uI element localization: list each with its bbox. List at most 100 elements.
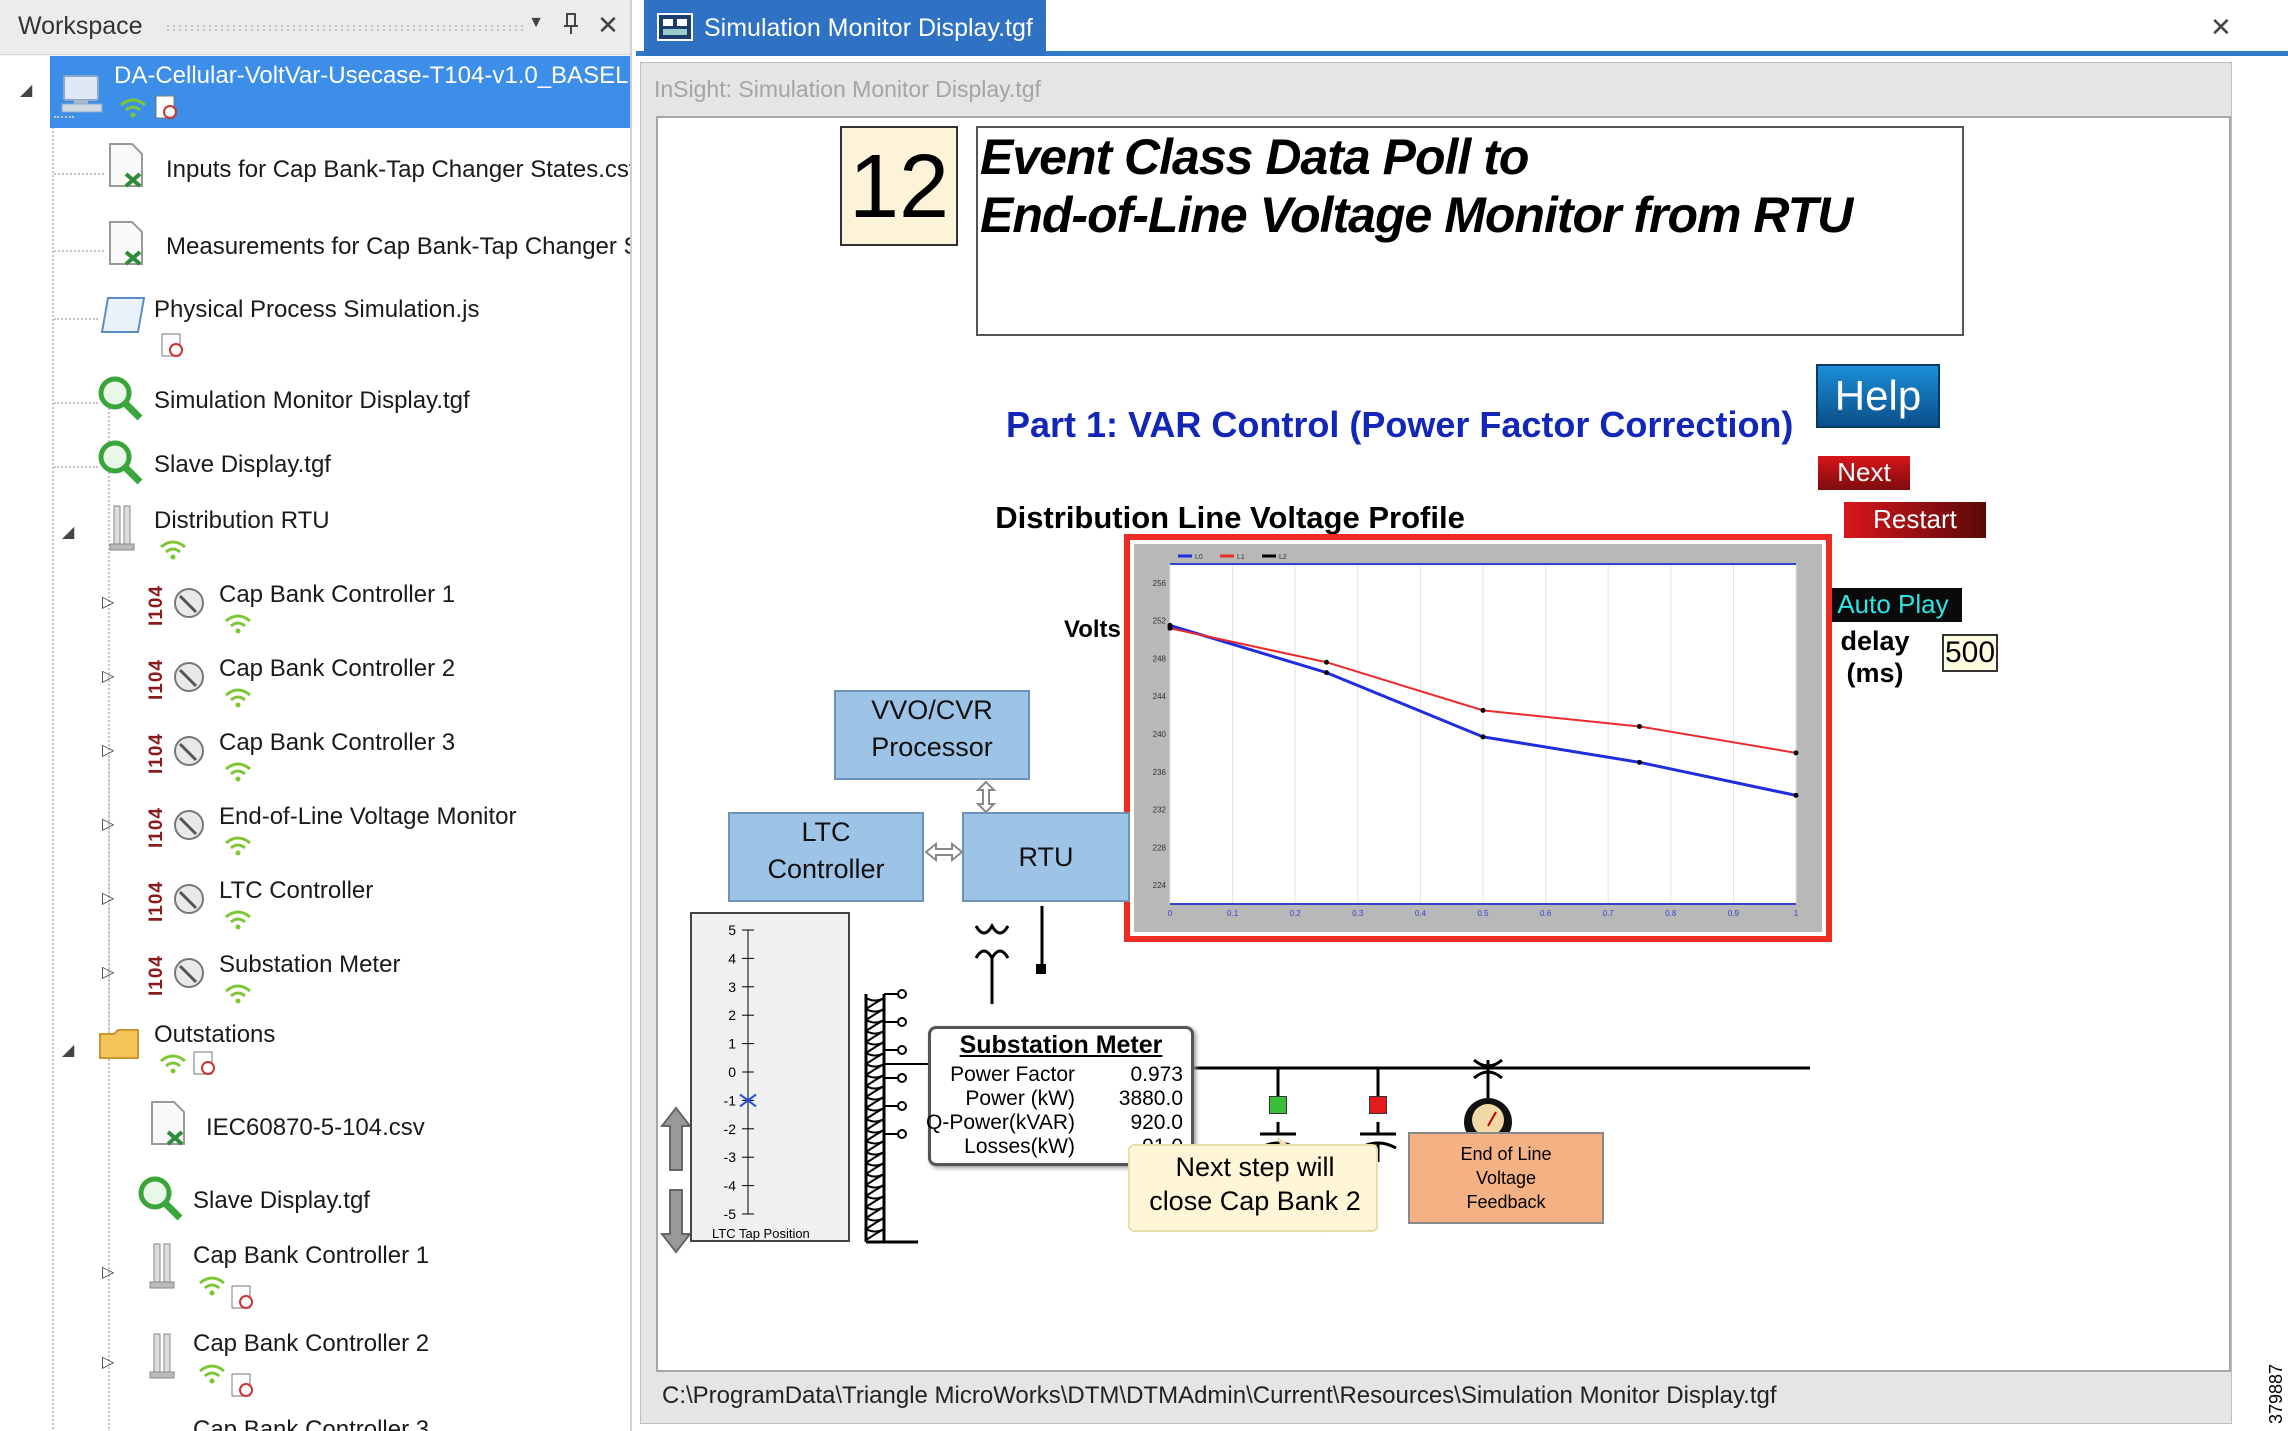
wifi-icon: [225, 984, 251, 1004]
workspace-tree: ◢ DA-Cellular-VoltVar-Usecase-T104-v1.0_…: [0, 56, 630, 1431]
expand-arrow[interactable]: ◢: [20, 80, 32, 100]
expand-arrow[interactable]: ▷: [102, 592, 114, 612]
coil-loop: [865, 1206, 885, 1219]
y-tick-label: 228: [1153, 843, 1167, 852]
auto-play-button[interactable]: Auto Play: [1824, 588, 1962, 622]
tree-item-slave-display[interactable]: Slave Display.tgf: [154, 451, 331, 479]
meter-title: Substation Meter: [959, 1031, 1163, 1059]
tap-tick-label: 0: [728, 1064, 736, 1080]
expand-arrow[interactable]: ▷: [102, 814, 114, 834]
tap-contact: [897, 1129, 907, 1139]
satellite-dish-icon: [174, 958, 204, 988]
meter-row-label: Power Factor: [950, 1063, 1075, 1086]
x-tick-label: 1: [1794, 909, 1799, 918]
tree-item-sim-monitor[interactable]: Simulation Monitor Display.tgf: [154, 387, 470, 415]
ltc-controller-box: LTC Controller: [728, 812, 924, 902]
data-point: [1324, 659, 1329, 665]
tap-contact: [897, 1017, 907, 1027]
satellite-dish-icon: [174, 588, 204, 618]
tree-item-cap-bank-2[interactable]: Cap Bank Controller 2: [219, 655, 455, 683]
tree-item-measurements-csv[interactable]: Measurements for Cap Bank-Tap Changer St: [166, 233, 630, 261]
meter-row-value: 920.0: [1130, 1111, 1183, 1134]
insight-title: InSight: Simulation Monitor Display.tgf: [654, 76, 1041, 102]
tap-tick-label: -5: [724, 1206, 737, 1222]
x-tick-label: 0.5: [1477, 909, 1489, 918]
tree-item-inputs-csv[interactable]: Inputs for Cap Bank-Tap Changer States.c…: [166, 156, 630, 184]
tree-item-outstation-cap-1[interactable]: Cap Bank Controller 1: [193, 1242, 429, 1270]
tree-item-ltc-controller[interactable]: LTC Controller: [219, 877, 373, 905]
tap-contact: [897, 1073, 907, 1083]
tree-item-outstations[interactable]: Outstations: [154, 1021, 275, 1049]
report-icon: [231, 1285, 253, 1309]
tap-tick-label: 2: [728, 1007, 736, 1023]
satellite-dish-icon: [174, 884, 204, 914]
tree-item-outstation-cap-2[interactable]: Cap Bank Controller 2: [193, 1330, 429, 1358]
x-tick-label: 0.8: [1665, 909, 1677, 918]
y-tick-label: 232: [1153, 806, 1167, 815]
tree-item-outstation-slave[interactable]: Slave Display.tgf: [193, 1187, 370, 1215]
expand-arrow[interactable]: ◢: [62, 522, 74, 542]
tree-item-outstation-cap-3[interactable]: Cap Bank Controller 3: [193, 1416, 429, 1431]
workspace-header: Workspace ▼ ✕: [0, 0, 630, 55]
close-tab-icon[interactable]: ✕: [2210, 12, 2232, 43]
tree-item-cap-bank-3[interactable]: Cap Bank Controller 3: [219, 729, 455, 757]
eol-feedback-box: End of Line Voltage Feedback: [1408, 1132, 1604, 1224]
step-title-line2: End-of-Line Voltage Monitor from RTU: [980, 187, 1853, 243]
coil-loop: [865, 1085, 885, 1098]
tree-root[interactable]: DA-Cellular-VoltVar-Usecase-T104-v1.0_BA…: [50, 56, 630, 128]
wifi-icon: [225, 836, 251, 856]
close-icon[interactable]: ✕: [594, 10, 622, 41]
tree-item-distribution-rtu[interactable]: Distribution RTU: [154, 507, 330, 535]
expand-arrow[interactable]: ▷: [102, 1352, 114, 1372]
restart-button[interactable]: Restart: [1844, 502, 1986, 538]
tree-item-eol-monitor[interactable]: End-of-Line Voltage Monitor: [219, 803, 517, 831]
expand-arrow[interactable]: ▷: [102, 666, 114, 686]
expand-arrow[interactable]: ▷: [102, 1262, 114, 1282]
ltc-label-2: Controller: [767, 854, 885, 884]
tap-tick-label: -4: [724, 1178, 737, 1194]
tree-item-iec-csv[interactable]: IEC60870-5-104.csv: [206, 1114, 425, 1142]
delay-label: delay: [1840, 626, 1910, 656]
expand-arrow[interactable]: ◢: [62, 1040, 74, 1060]
coil-loop: [865, 1162, 885, 1175]
data-point: [1637, 759, 1642, 765]
expand-arrow[interactable]: ▷: [102, 740, 114, 760]
coil-loop: [865, 1195, 885, 1208]
pin-icon[interactable]: [557, 12, 585, 42]
csv-file-icon: [151, 1101, 185, 1146]
help-button[interactable]: Help: [1816, 364, 1940, 428]
next-button[interactable]: Next: [1818, 456, 1910, 490]
wifi-icon: [120, 98, 146, 118]
wifi-icon: [199, 1364, 225, 1384]
expand-arrow[interactable]: ▷: [102, 962, 114, 982]
tree-item-physical-js[interactable]: Physical Process Simulation.js: [154, 296, 479, 324]
legend-label: L2: [1279, 554, 1287, 561]
drag-grip[interactable]: [165, 24, 525, 32]
tree-item-cap-bank-1[interactable]: Cap Bank Controller 1: [219, 581, 455, 609]
delay-input[interactable]: 500: [1942, 634, 1998, 672]
rtu-device-icon: [109, 505, 135, 551]
meter-row: Power (kW) 3880.0: [931, 1087, 1191, 1111]
tree-item-substation-meter[interactable]: Substation Meter: [219, 951, 400, 979]
chevron-down-icon[interactable]: ▼: [522, 14, 550, 32]
magnifier-icon: [138, 1176, 183, 1221]
satellite-dish-icon: [174, 736, 204, 766]
tab-simulation-monitor[interactable]: Simulation Monitor Display.tgf: [644, 0, 1046, 56]
legend-label: L0: [1195, 554, 1203, 561]
iec104-icon: I104: [146, 659, 167, 700]
tap-contact: [897, 1045, 907, 1055]
x-tick-label: 0.6: [1540, 909, 1552, 918]
figure-id: 379887: [2266, 1363, 2286, 1424]
wifi-icon: [199, 1276, 225, 1296]
tab-label: Simulation Monitor Display.tgf: [704, 14, 1033, 42]
y-tick-label: 252: [1153, 617, 1167, 626]
coil-loop: [865, 1063, 885, 1076]
x-tick-label: 0.1: [1227, 909, 1239, 918]
coil-loop: [865, 997, 885, 1010]
y-tick-label: 244: [1153, 692, 1167, 701]
coil-loop: [865, 1096, 885, 1109]
data-point: [1793, 750, 1799, 756]
x-tick-label: 0.4: [1415, 909, 1427, 918]
wifi-icon: [225, 762, 251, 782]
expand-arrow[interactable]: ▷: [102, 888, 114, 908]
